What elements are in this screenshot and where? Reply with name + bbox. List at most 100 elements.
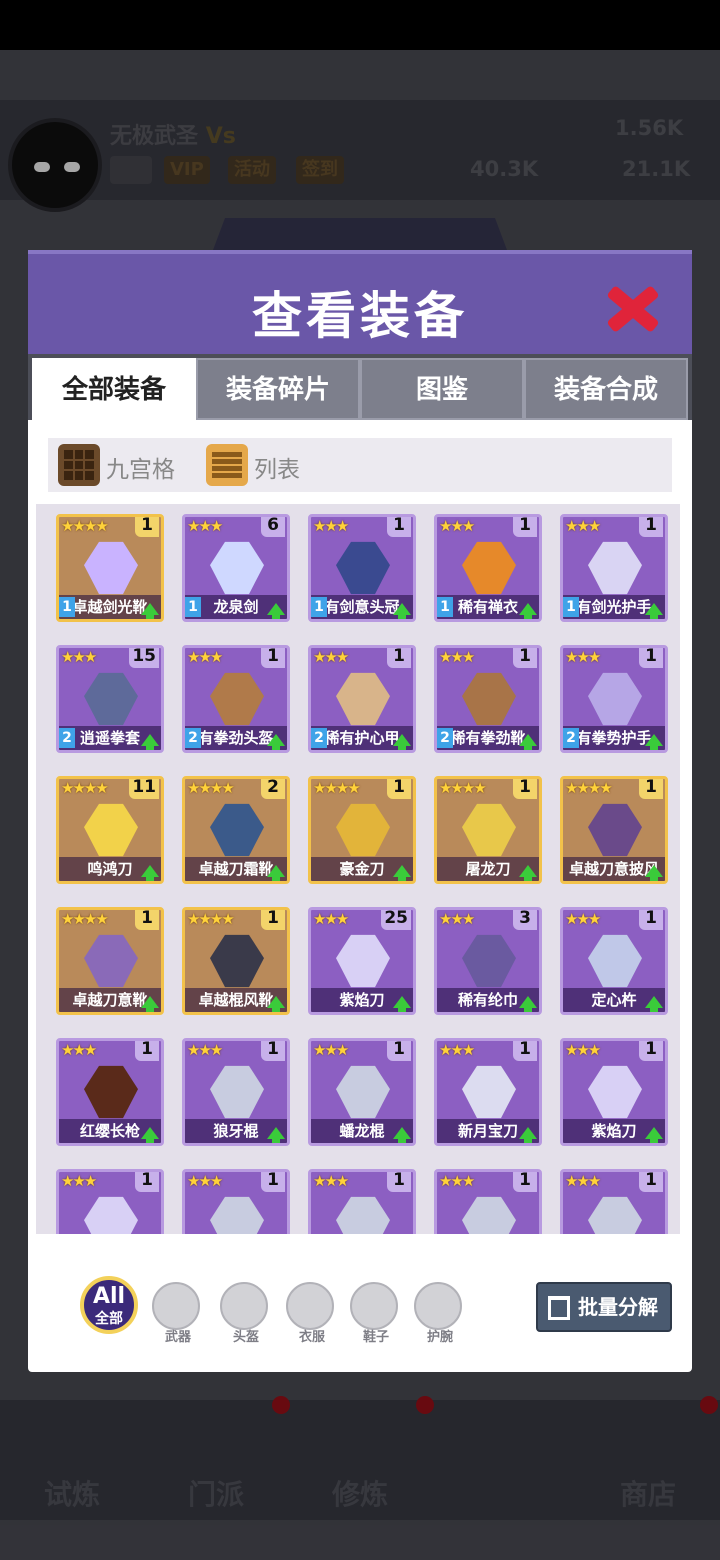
filter-clothes-button[interactable]: 衣服 xyxy=(286,1282,334,1345)
equipment-card[interactable]: ★★★ 6 龙泉剑 1 xyxy=(182,514,290,622)
equipment-card[interactable]: ★★★★ 2 卓越刀霜靴 xyxy=(182,776,290,884)
tab-all-equipment[interactable]: 全部装备 xyxy=(32,358,196,420)
upgrade-arrow-icon xyxy=(393,734,411,750)
grid-view-icon[interactable] xyxy=(58,444,100,486)
equipment-card[interactable]: ★★★ 1 有拳势护手 2 xyxy=(560,645,668,753)
equipment-card[interactable]: ★★★★ 1 卓越剑光靴 1 xyxy=(56,514,164,622)
equipment-card[interactable]: ★★★ 1 稀有拳劲靴 2 xyxy=(434,645,542,753)
equipment-card[interactable]: ★★★ 1 紫焰刀 xyxy=(560,1038,668,1146)
equipment-icon xyxy=(336,672,390,726)
equipment-card[interactable]: ★★★ 1 xyxy=(56,1169,164,1234)
equipment-icon xyxy=(84,934,138,988)
equipment-icon xyxy=(84,1065,138,1119)
star-rating: ★★★★ xyxy=(61,910,109,928)
item-count-badge: 1 xyxy=(261,1172,285,1192)
item-count-badge: 1 xyxy=(261,910,285,930)
equipment-icon xyxy=(462,803,516,857)
tab-synthesis[interactable]: 装备合成 xyxy=(524,358,688,420)
equipment-card[interactable]: ★★★ 1 新月宝刀 xyxy=(434,1038,542,1146)
equipment-card[interactable]: ★★★★ 1 卓越刀意披风 xyxy=(560,776,668,884)
modal-header: 查看装备 xyxy=(28,250,692,354)
upgrade-arrow-icon xyxy=(393,603,411,619)
equipment-card[interactable]: ★★★ 1 红缨长枪 xyxy=(56,1038,164,1146)
equipment-card[interactable]: ★★★ 1 稀有禅衣 1 xyxy=(434,514,542,622)
equipment-card[interactable]: ★★★ 1 定心杵 xyxy=(560,907,668,1015)
equipment-card[interactable]: ★★★ 1 xyxy=(182,1169,290,1234)
item-count-badge: 1 xyxy=(387,517,411,537)
upgrade-arrow-icon xyxy=(645,1127,663,1143)
level-badge: 1 xyxy=(185,597,201,617)
equipment-card[interactable]: ★★★ 1 有拳劲头盔 2 xyxy=(182,645,290,753)
batch-decompose-button[interactable]: 批量分解 xyxy=(536,1282,672,1332)
equipment-icon xyxy=(336,1065,390,1119)
level-badge: 1 xyxy=(563,597,579,617)
equipment-card[interactable]: ★★★★ 1 屠龙刀 xyxy=(434,776,542,884)
item-count-badge: 1 xyxy=(387,1172,411,1192)
grid-view-label[interactable]: 九宫格 xyxy=(106,450,175,484)
equipment-card[interactable]: ★★★★ 1 卓越棍风靴 xyxy=(182,907,290,1015)
star-rating: ★★★★ xyxy=(565,779,613,797)
equipment-card[interactable]: ★★★ 1 xyxy=(434,1169,542,1234)
star-rating: ★★★ xyxy=(565,910,601,928)
equipment-icon xyxy=(336,803,390,857)
equipment-card[interactable]: ★★★★ 1 卓越刀意靴 xyxy=(56,907,164,1015)
item-count-badge: 1 xyxy=(387,779,411,799)
upgrade-arrow-icon xyxy=(267,603,285,619)
star-rating: ★★★ xyxy=(61,648,97,666)
filter-shoes-button[interactable]: 鞋子 xyxy=(350,1282,398,1345)
level-badge: 2 xyxy=(563,728,579,748)
filter-bracer-button[interactable]: 护腕 xyxy=(414,1282,462,1345)
equipment-icon xyxy=(210,1065,264,1119)
upgrade-arrow-icon xyxy=(141,996,159,1012)
star-rating: ★★★ xyxy=(61,1172,97,1190)
equipment-icon xyxy=(84,541,138,595)
item-count-badge: 1 xyxy=(387,1041,411,1061)
tab-fragments[interactable]: 装备碎片 xyxy=(196,358,360,420)
equipment-card[interactable]: ★★★★ 1 豪金刀 xyxy=(308,776,416,884)
equipment-card[interactable]: ★★★★ 11 鸣鸿刀 xyxy=(56,776,164,884)
upgrade-arrow-icon xyxy=(267,865,285,881)
star-rating: ★★★ xyxy=(565,648,601,666)
item-count-badge: 2 xyxy=(261,779,285,799)
equipment-card[interactable]: ★★★ 1 狼牙棍 xyxy=(182,1038,290,1146)
upgrade-arrow-icon xyxy=(519,603,537,619)
item-count-badge: 1 xyxy=(639,1041,663,1061)
tab-codex[interactable]: 图鉴 xyxy=(360,358,524,420)
equipment-icon xyxy=(210,934,264,988)
equipment-icon xyxy=(462,672,516,726)
item-count-badge: 1 xyxy=(639,1172,663,1192)
item-count-badge: 1 xyxy=(639,910,663,930)
trash-icon xyxy=(548,1296,570,1320)
close-icon[interactable] xyxy=(600,276,664,340)
equipment-modal: 查看装备 全部装备 装备碎片 图鉴 装备合成 九宫格 列表 ★★★★ 1 卓越剑光靴… xyxy=(28,250,692,1372)
star-rating: ★★★ xyxy=(313,1172,349,1190)
level-badge: 2 xyxy=(185,728,201,748)
star-rating: ★★★ xyxy=(565,1041,601,1059)
equipment-icon xyxy=(336,934,390,988)
equipment-card[interactable]: ★★★ 1 蟠龙棍 xyxy=(308,1038,416,1146)
equipment-card[interactable]: ★★★ 3 稀有纶巾 xyxy=(434,907,542,1015)
equipment-card[interactable]: ★★★ 25 紫焰刀 xyxy=(308,907,416,1015)
item-count-badge: 1 xyxy=(135,1041,159,1061)
equipment-icon xyxy=(336,1196,390,1234)
upgrade-arrow-icon xyxy=(141,865,159,881)
item-count-badge: 1 xyxy=(513,779,537,799)
list-view-label[interactable]: 列表 xyxy=(254,450,300,484)
filter-weapon-button[interactable]: 武器 xyxy=(152,1282,200,1345)
equipment-card[interactable]: ★★★ 1 有剑光护手 1 xyxy=(560,514,668,622)
filter-all-button[interactable]: All 全部 xyxy=(80,1276,138,1334)
equipment-card[interactable]: ★★★ 1 有剑意头冠 1 xyxy=(308,514,416,622)
upgrade-arrow-icon xyxy=(519,734,537,750)
upgrade-arrow-icon xyxy=(645,734,663,750)
equipment-card[interactable]: ★★★ 1 xyxy=(560,1169,668,1234)
star-rating: ★★★ xyxy=(61,1041,97,1059)
star-rating: ★★★ xyxy=(313,910,349,928)
equipment-card[interactable]: ★★★ 1 稀有护心甲 2 xyxy=(308,645,416,753)
list-view-icon[interactable] xyxy=(206,444,248,486)
equipment-icon xyxy=(588,1196,642,1234)
filter-helmet-button[interactable]: 头盔 xyxy=(220,1282,268,1345)
equipment-card[interactable]: ★★★ 1 xyxy=(308,1169,416,1234)
equipment-card[interactable]: ★★★ 15 逍遥拳套 2 xyxy=(56,645,164,753)
item-count-badge: 1 xyxy=(135,1172,159,1192)
item-count-badge: 1 xyxy=(135,910,159,930)
